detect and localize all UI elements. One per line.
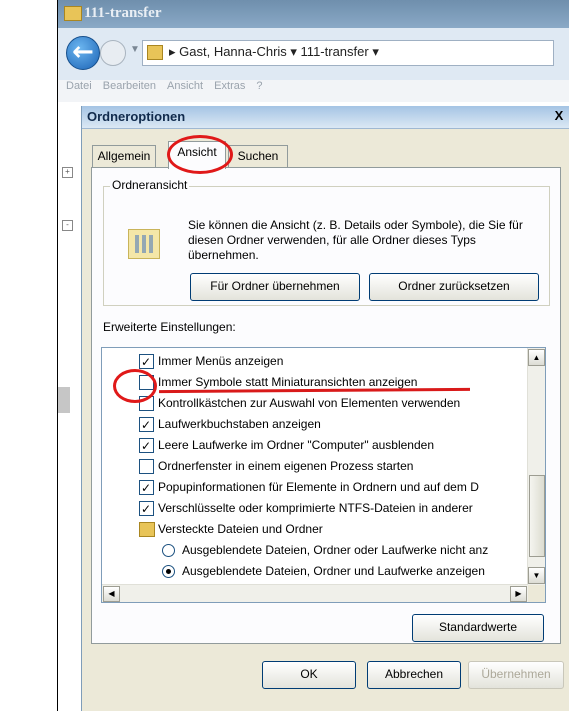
setting-label: Ausgeblendete Dateien, Ordner und Laufwe… (182, 564, 485, 578)
menu-item-tools[interactable]: Extras (214, 80, 245, 92)
list-item: Versteckte Dateien und Ordner (102, 519, 527, 540)
list-item[interactable]: Leere Laufwerke im Ordner "Computer" aus… (102, 435, 527, 457)
list-item[interactable]: Verschlüsselte oder komprimierte NTFS-Da… (102, 498, 527, 520)
forward-arrow-icon[interactable] (100, 40, 126, 66)
list-item[interactable]: Ausgeblendete Dateien, Ordner und Laufwe… (102, 561, 527, 582)
menu-bar: Datei Bearbeiten Ansicht Extras ? (58, 80, 569, 102)
setting-radio[interactable] (162, 544, 175, 557)
ok-button[interactable]: OK (262, 661, 356, 689)
setting-checkbox[interactable] (139, 436, 154, 457)
list-item[interactable]: Ausgeblendete Dateien, Ordner oder Laufw… (102, 540, 527, 561)
folder-view-description: Sie können die Ansicht (z. B. Details od… (188, 218, 523, 262)
restore-defaults-button[interactable]: Standardwerte (412, 614, 544, 642)
folder-view-icon (128, 229, 160, 259)
highlight-circle-tab (167, 135, 233, 174)
tab-general[interactable]: Allgemein (92, 145, 156, 168)
folder-options-dialog: Ordneroptionen X Allgemein Ansicht Suche… (81, 106, 569, 711)
horizontal-scrollbar[interactable]: ◀ ▶ (102, 584, 528, 602)
list-item[interactable]: Laufwerkbuchstaben anzeigen (102, 414, 527, 436)
dialog-title: Ordneroptionen (87, 109, 186, 124)
tab-search[interactable]: Suchen (228, 145, 288, 168)
list-item[interactable]: Ordnerfenster in einem eigenen Prozess s… (102, 456, 527, 477)
advanced-settings-list[interactable]: Immer Menüs anzeigen Immer Symbole statt… (101, 347, 546, 603)
folder-icon (139, 522, 155, 537)
folder-icon (147, 45, 163, 60)
scrollbar-corner (528, 585, 545, 602)
menu-item-view[interactable]: Ansicht (167, 80, 203, 92)
explorer-titlebar: 111-transfer (58, 0, 569, 28)
expand-icon[interactable]: + (62, 167, 73, 178)
setting-group-label: Versteckte Dateien und Ordner (158, 522, 323, 536)
setting-label: Kontrollkästchen zur Auswahl von Element… (158, 396, 461, 410)
setting-label: Immer Menüs anzeigen (158, 354, 284, 368)
scroll-thumb[interactable] (529, 475, 545, 557)
setting-checkbox[interactable] (139, 459, 154, 474)
folder-view-group: Sie können die Ansicht (z. B. Details od… (103, 186, 550, 306)
cancel-button[interactable]: Abbrechen (367, 661, 461, 689)
vertical-scrollbar[interactable]: ▲ ▼ (527, 348, 545, 585)
menu-item-help[interactable]: ? (256, 80, 262, 92)
address-input[interactable]: ▸ Gast, Hanna-Chris ▾ 111-transfer ▾ (142, 40, 554, 66)
menu-item-file[interactable]: Datei (66, 80, 92, 92)
breadcrumb-item[interactable]: Gast, Hanna-Chris (179, 44, 287, 59)
setting-checkbox[interactable] (139, 352, 154, 373)
back-arrow-icon[interactable] (66, 36, 100, 70)
setting-label: Leere Laufwerke im Ordner "Computer" aus… (158, 438, 434, 452)
setting-label: Laufwerkbuchstaben anzeigen (158, 417, 321, 431)
menu-item-edit[interactable]: Bearbeiten (103, 80, 156, 92)
setting-checkbox[interactable] (139, 499, 154, 520)
history-dropdown-icon[interactable]: ▼ (130, 44, 140, 55)
list-item[interactable]: Immer Menüs anzeigen (102, 351, 527, 373)
reset-folders-button[interactable]: Ordner zurücksetzen (369, 273, 539, 301)
address-bar-area: ▼ ▸ Gast, Hanna-Chris ▾ 111-transfer ▾ (58, 28, 569, 80)
setting-label: Ordnerfenster in einem eigenen Prozess s… (158, 459, 414, 473)
folder-icon (64, 6, 82, 21)
setting-checkbox[interactable] (139, 478, 154, 499)
scroll-up-icon[interactable]: ▲ (528, 349, 545, 366)
apply-to-folders-button[interactable]: Für Ordner übernehmen (190, 273, 360, 301)
setting-label: Verschlüsselte oder komprimierte NTFS-Da… (158, 501, 473, 515)
setting-label: Ausgeblendete Dateien, Ordner oder Laufw… (182, 543, 489, 557)
collapse-icon[interactable]: - (62, 220, 73, 231)
setting-checkbox[interactable] (139, 415, 154, 436)
setting-radio[interactable] (162, 565, 175, 578)
highlight-circle-checkbox (113, 369, 157, 403)
dialog-titlebar: Ordneroptionen X (82, 106, 569, 129)
scroll-down-icon[interactable]: ▼ (528, 567, 545, 584)
advanced-settings-label: Erweiterte Einstellungen: (103, 320, 236, 334)
close-button[interactable]: X (551, 108, 567, 124)
setting-label: Popupinformationen für Elemente in Ordne… (158, 480, 479, 494)
breadcrumb-item[interactable]: 111-transfer (301, 44, 369, 59)
pane-selection (58, 387, 70, 413)
scroll-left-icon[interactable]: ◀ (103, 586, 120, 602)
view-tab-panel: Sie können die Ansicht (z. B. Details od… (91, 167, 561, 644)
list-item[interactable]: Popupinformationen für Elemente in Ordne… (102, 477, 527, 499)
breadcrumb[interactable]: ▸ Gast, Hanna-Chris ▾ 111-transfer ▾ (169, 44, 379, 60)
window-title: 111-transfer (84, 5, 162, 21)
list-item[interactable]: Kontrollkästchen zur Auswahl von Element… (102, 393, 527, 414)
scroll-right-icon[interactable]: ▶ (510, 586, 527, 602)
folder-view-legend: Ordneransicht (110, 178, 190, 192)
apply-button[interactable]: Übernehmen (468, 661, 564, 689)
